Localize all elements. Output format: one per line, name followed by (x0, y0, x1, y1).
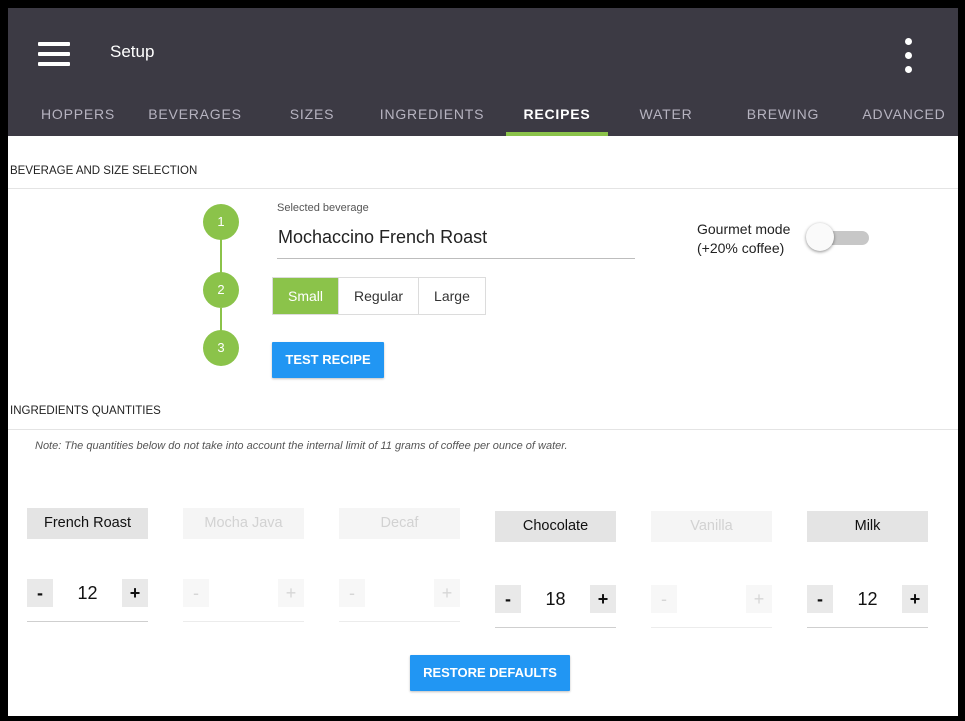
decrement-button[interactable]: - (807, 585, 833, 613)
ingredient-name: French Roast (27, 508, 148, 539)
increment-button: + (746, 585, 772, 613)
selected-beverage-underline (277, 258, 635, 259)
ingredients-note: Note: The quantities below do not take i… (35, 440, 568, 452)
ingredient-name: Milk (807, 511, 928, 542)
decrement-button: - (183, 579, 209, 607)
quantity-underline (651, 627, 772, 628)
hamburger-menu-icon[interactable] (38, 42, 70, 66)
tab-hoppers[interactable]: HOPPERS (30, 94, 126, 136)
tab-sizes[interactable]: SIZES (280, 94, 344, 136)
quantity-stepper: - 12 + (27, 575, 148, 622)
ingredient-name: Chocolate (495, 511, 616, 542)
ingredient-decaf: Decaf - + (339, 508, 460, 622)
quantity-stepper: - 12 + (807, 581, 928, 628)
quantity-value[interactable]: 18 (525, 585, 586, 613)
increment-button[interactable]: + (590, 585, 616, 613)
quantity-underline (339, 621, 460, 622)
quantity-underline (495, 627, 616, 628)
increment-button[interactable]: + (122, 579, 148, 607)
size-selector: Small Regular Large (272, 277, 486, 315)
tab-ingredients[interactable]: INGREDIENTS (374, 94, 490, 136)
tab-recipes[interactable]: RECIPES (506, 94, 608, 136)
ingredient-name: Decaf (339, 508, 460, 539)
gourmet-mode-label: Gourmet mode (+20% coffee) (697, 220, 790, 258)
decrement-button[interactable]: - (495, 585, 521, 613)
gourmet-mode-subtitle: (+20% coffee) (697, 240, 785, 256)
ingredient-mocha-java: Mocha Java - + (183, 508, 304, 622)
gourmet-mode-toggle[interactable] (806, 223, 834, 251)
ingredient-milk: Milk - 12 + (807, 511, 928, 628)
step-2-badge: 2 (203, 272, 239, 308)
quantity-value (681, 585, 742, 613)
quantity-underline (807, 627, 928, 628)
ingredient-name: Vanilla (651, 511, 772, 542)
step-1-badge: 1 (203, 204, 239, 240)
app-title: Setup (110, 42, 155, 61)
size-button-regular[interactable]: Regular (339, 278, 420, 314)
quantity-value (369, 579, 430, 607)
quantity-stepper: - 18 + (495, 581, 616, 628)
decrement-button[interactable]: - (27, 579, 53, 607)
gourmet-mode-title: Gourmet mode (697, 221, 791, 237)
app-window: Setup HOPPERS BEVERAGES SIZES INGREDIENT… (8, 8, 958, 716)
quantity-value (213, 579, 274, 607)
quantity-stepper: - + (651, 581, 772, 628)
quantity-value[interactable]: 12 (837, 585, 898, 613)
more-options-icon[interactable] (898, 36, 918, 76)
ingredient-name: Mocha Java (183, 508, 304, 539)
selected-beverage-field[interactable]: Mochaccino French Roast (278, 227, 487, 248)
tab-advanced[interactable]: ADVANCED (854, 94, 954, 136)
quantity-stepper: - + (183, 575, 304, 622)
divider (8, 429, 958, 430)
quantity-underline (183, 621, 304, 622)
divider (8, 188, 958, 189)
size-button-small[interactable]: Small (273, 278, 340, 314)
selected-beverage-label: Selected beverage (277, 202, 369, 214)
restore-defaults-button[interactable]: RESTORE DEFAULTS (410, 655, 570, 691)
size-button-large[interactable]: Large (419, 278, 485, 314)
test-recipe-button[interactable]: TEST RECIPE (272, 342, 384, 378)
quantity-value[interactable]: 12 (57, 579, 118, 607)
quantity-underline (27, 621, 148, 622)
tab-brewing[interactable]: BREWING (738, 94, 828, 136)
tab-beverages[interactable]: BEVERAGES (140, 94, 250, 136)
quantity-stepper: - + (339, 575, 460, 622)
ingredient-vanilla: Vanilla - + (651, 511, 772, 628)
increment-button[interactable]: + (902, 585, 928, 613)
step-3-badge: 3 (203, 330, 239, 366)
section-heading-ingredients: INGREDIENTS QUANTITIES (10, 405, 161, 417)
tab-bar: HOPPERS BEVERAGES SIZES INGREDIENTS RECI… (8, 94, 958, 136)
section-heading-beverage-size: BEVERAGE AND SIZE SELECTION (10, 165, 198, 177)
increment-button: + (434, 579, 460, 607)
decrement-button: - (339, 579, 365, 607)
ingredient-chocolate: Chocolate - 18 + (495, 511, 616, 628)
increment-button: + (278, 579, 304, 607)
app-bar: Setup HOPPERS BEVERAGES SIZES INGREDIENT… (8, 8, 958, 136)
tab-water[interactable]: WATER (630, 94, 702, 136)
ingredient-french-roast: French Roast - 12 + (27, 508, 148, 622)
decrement-button: - (651, 585, 677, 613)
